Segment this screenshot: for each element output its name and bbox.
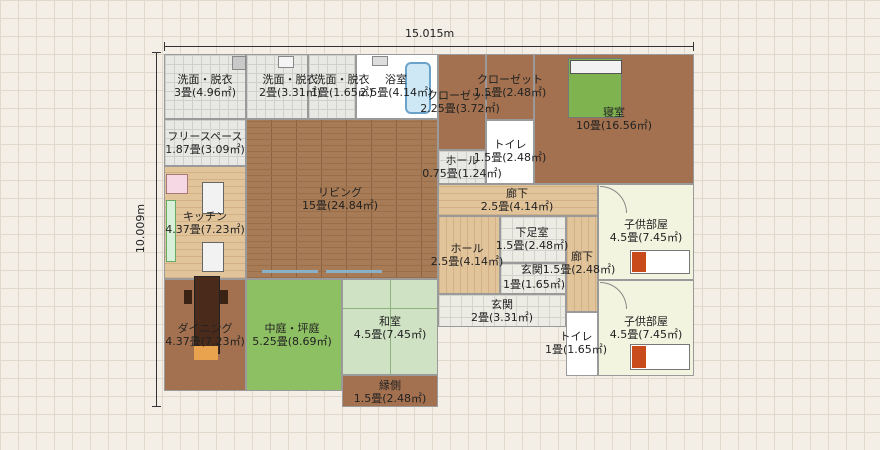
- room-label: 縁側 1.5畳(2.48㎡): [353, 379, 427, 405]
- room-label: 玄関 2畳(3.31㎡): [470, 298, 534, 324]
- window-icon: [326, 270, 382, 273]
- room-label: 寝室 10畳(16.56㎡): [575, 106, 653, 132]
- chair-icon: [220, 290, 228, 304]
- room-label: キッチン 4.37畳(7.23㎡): [165, 210, 245, 236]
- room-label: クローゼット 1.5畳(2.48㎡): [473, 73, 547, 99]
- room-label: 廊下 2.5畳(4.14㎡): [480, 187, 554, 213]
- room-label: フリースペース 1.87畳(3.09㎡): [165, 130, 245, 156]
- room-label: 子供部屋 4.5畳(7.45㎡): [609, 218, 683, 244]
- fridge-icon: [166, 174, 188, 194]
- window-icon: [262, 270, 318, 273]
- room-label: 中庭・坪庭 5.25畳(8.69㎡): [252, 322, 332, 348]
- room-label: 廊下: [571, 250, 593, 263]
- room-label: ホール 2.5畳(4.14㎡): [430, 242, 504, 268]
- chair-icon: [194, 346, 218, 360]
- washbasin-icon: [278, 56, 294, 68]
- chair-icon: [184, 290, 192, 304]
- room-label: 1畳(1.65㎡): [502, 278, 566, 291]
- room-label: ホール 0.75畳(1.24㎡): [422, 154, 502, 180]
- room-label: 和室 4.5畳(7.45㎡): [353, 315, 427, 341]
- room-label: 玄関1.5畳(2.48㎡): [520, 263, 616, 276]
- room-label: 洗面・脱衣 3畳(4.96㎡): [173, 73, 237, 99]
- room-label: ダイニング 4.37畳(7.23㎡): [165, 322, 245, 348]
- floor-plan: 洗面・脱衣 3畳(4.96㎡) 洗面・脱衣 2畳(3.31㎡) 洗面・脱衣 1畳(1.…: [0, 0, 880, 450]
- sink-icon: [202, 242, 224, 272]
- washbasin-icon: [232, 56, 246, 70]
- pillow-icon: [632, 252, 646, 272]
- shower-icon: [372, 56, 388, 66]
- pillow-icon: [570, 60, 622, 74]
- room-label: 下足室 1.5畳(2.48㎡): [495, 226, 569, 252]
- pillow-icon: [632, 346, 646, 368]
- room-label: リビング 15畳(24.84㎡): [301, 186, 379, 212]
- room-label: トイレ 1畳(1.65㎡): [544, 330, 608, 356]
- room-label: 子供部屋 4.5畳(7.45㎡): [609, 315, 683, 341]
